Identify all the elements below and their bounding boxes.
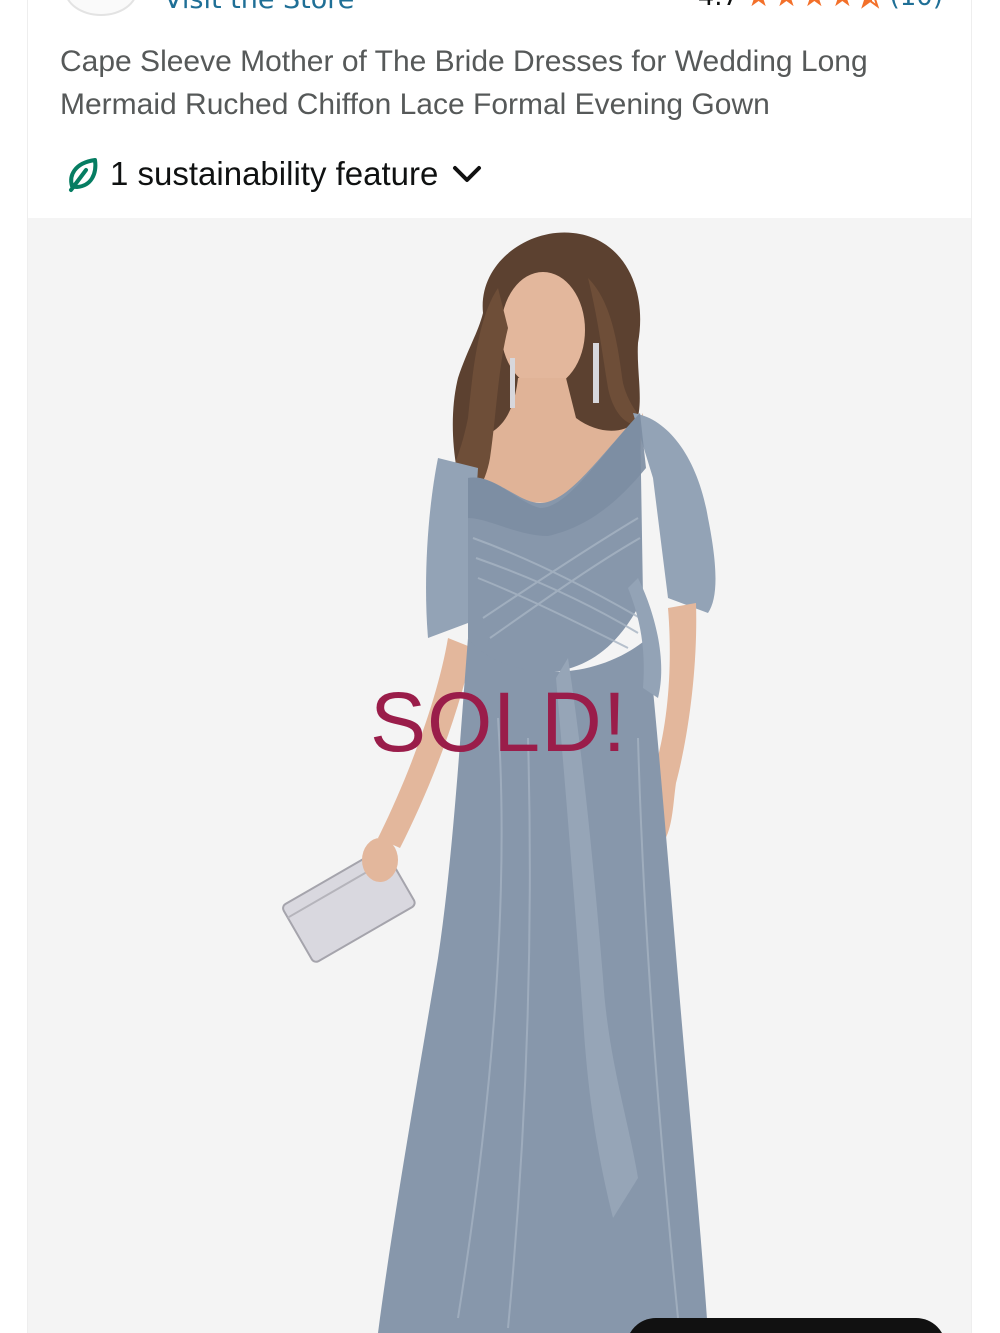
sustainability-feature-toggle[interactable]: 1 sustainability feature — [66, 155, 482, 193]
star-full-icon: ★ — [745, 0, 772, 12]
visit-store-link[interactable]: Visit the Store — [164, 0, 354, 15]
product-title: Cape Sleeve Mother of The Bride Dresses … — [60, 45, 868, 121]
sold-overlay-text: SOLD! — [370, 675, 628, 769]
product-detail-card: Visit the Store 4.7 ★ ★ ★ ★ ★★ (10) Cape… — [27, 0, 972, 1333]
rating-count-link[interactable]: (10) — [890, 0, 943, 12]
star-half-icon: ★★ — [856, 0, 885, 13]
star-rating: ★ ★ ★ ★ ★★ — [745, 0, 885, 13]
star-full-icon: ★ — [829, 0, 856, 12]
product-photo — [282, 232, 716, 1333]
product-image[interactable]: SOLD! — [28, 218, 971, 1333]
sustainability-label: 1 sustainability feature — [110, 155, 439, 192]
leaf-icon — [69, 158, 98, 192]
floating-action-pill[interactable] — [626, 1318, 946, 1333]
star-full-icon: ★ — [773, 0, 800, 12]
rating-value: 4.7 — [698, 0, 739, 12]
chevron-down-icon — [453, 166, 482, 182]
rating-summary[interactable]: 4.7 ★ ★ ★ ★ ★★ (10) — [698, 0, 943, 13]
store-rating-row: Visit the Store 4.7 ★ ★ ★ ★ ★★ (10) — [28, 0, 971, 18]
star-full-icon: ★ — [801, 0, 828, 12]
store-logo[interactable] — [64, 0, 138, 16]
